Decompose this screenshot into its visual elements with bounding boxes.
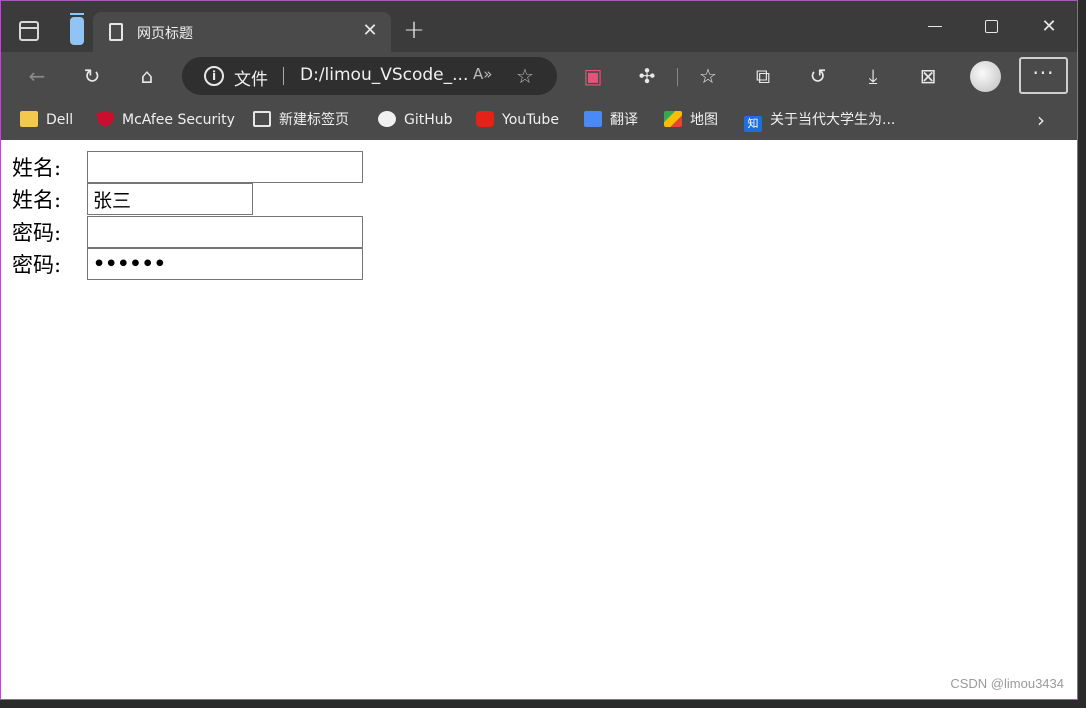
more-menu-button[interactable]: ··· [1019,57,1068,94]
extensions-icon[interactable]: ✣ [633,62,661,90]
password-label: 密码: [12,221,62,245]
mcafee-icon [96,111,114,127]
collections-icon[interactable]: ⧉ [749,62,777,90]
tab-title: 网页标题 [137,26,193,42]
chevron-right-icon[interactable]: › [1037,108,1045,132]
bookmark-label: 翻译 [610,112,638,128]
bookmark-translate[interactable]: 翻译 [584,109,638,131]
favorites-icon[interactable]: ☆ [694,62,722,90]
desktop-background [1078,0,1086,700]
download-icon[interactable]: ⤓ [859,62,887,90]
url-text[interactable]: D:/limou_VScode_... [300,65,468,85]
back-arrow-icon[interactable]: ← [23,62,51,90]
tab-active[interactable]: 网页标题 ✕ [93,12,391,52]
home-icon[interactable]: ⌂ [133,62,161,90]
refresh-icon[interactable]: ↻ [78,62,106,90]
name-label: 姓名: [12,188,62,212]
password-label: 密码: [12,253,62,277]
history-icon[interactable]: ↺ [804,62,832,90]
scheme-label: 文件 [234,70,268,90]
bookmark-dell[interactable]: Dell [20,109,73,131]
bookmark-label: 新建标签页 [279,112,349,128]
desktop-background [0,700,1086,708]
page-icon [109,23,123,41]
close-tab-icon[interactable]: ✕ [359,20,381,42]
name-label: 姓名: [12,156,62,180]
info-icon[interactable]: i [204,66,224,86]
bookmark-label: Dell [46,112,74,128]
bookmark-label: GitHub [404,112,453,128]
math-solver-icon[interactable]: ⊠ [914,62,942,90]
browser-window: 网页标题 ✕ + ✕ ← ↻ ⌂ i 文件 D:/limou_VScode_..… [0,0,1078,700]
vertical-tabs-icon[interactable] [70,13,84,45]
bookmark-label: 关于当代大学生为... [770,112,896,128]
bookmark-zhihu[interactable]: 知关于当代大学生为... [744,109,896,132]
github-icon [378,111,396,127]
toolbar: ← ↻ ⌂ i 文件 D:/limou_VScode_... A» ☆ ▣ ✣ … [1,52,1077,100]
profile-avatar[interactable] [970,61,1001,92]
close-window-button[interactable]: ✕ [1035,15,1063,39]
password-input[interactable] [87,248,363,280]
address-divider [283,67,284,85]
form-row-password-filled: 密码: [12,248,363,280]
toolbar-divider [677,68,678,86]
bookmark-label: YouTube [502,112,559,128]
form-row-password-empty: 密码: [12,216,363,248]
translate-icon [584,111,602,127]
bookmark-github[interactable]: GitHub [378,109,453,131]
name-input[interactable] [87,183,253,215]
new-tab-button[interactable]: + [401,17,427,43]
tab-actions-icon[interactable] [19,21,39,41]
bookmark-label: McAfee Security [122,112,235,128]
new-tab-icon [253,111,271,127]
password-input[interactable] [87,216,363,248]
maximize-button[interactable] [978,15,1006,39]
bookmark-mcafee[interactable]: McAfee Security [96,109,235,131]
bookmark-youtube[interactable]: YouTube [476,109,559,131]
tab-bar: 网页标题 ✕ + ✕ [1,1,1077,52]
name-input[interactable] [87,151,363,183]
bookmarks-bar: Dell McAfee Security 新建标签页 GitHub YouTub… [1,100,1077,140]
folder-icon [20,111,38,127]
bookmark-label: 地图 [690,112,718,128]
add-favorite-icon[interactable]: ☆ [516,64,534,88]
zhihu-icon: 知 [744,116,762,132]
bookmark-new-tab[interactable]: 新建标签页 [253,109,349,131]
read-aloud-icon[interactable]: A» [473,65,492,83]
form-row-name-filled: 姓名: [12,183,253,215]
media-icon[interactable]: ▣ [579,62,607,90]
address-bar[interactable]: i 文件 D:/limou_VScode_... A» ☆ [182,57,557,95]
bookmark-maps[interactable]: 地图 [664,109,718,131]
youtube-icon [476,111,494,127]
watermark: CSDN @limou3434 [950,676,1064,691]
maps-icon [664,111,682,127]
form-row-name-empty: 姓名: [12,151,363,183]
page-content: 姓名: 姓名: 密码: 密码: CSDN @limou3434 [1,140,1077,699]
minimize-button[interactable] [921,15,949,39]
